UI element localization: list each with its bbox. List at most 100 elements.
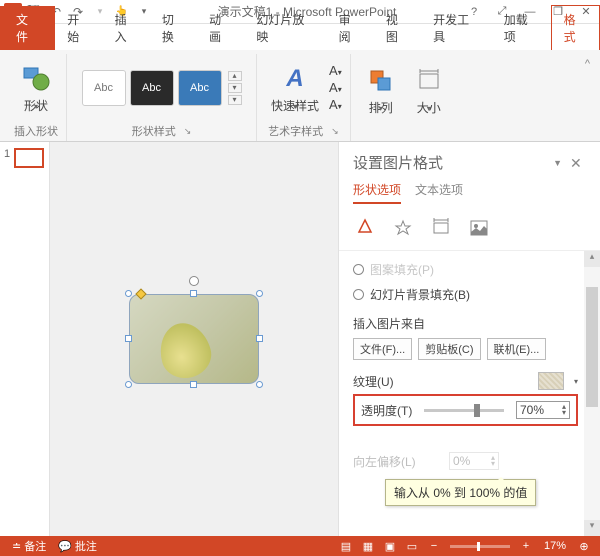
notes-icon: ≐ [12, 540, 21, 553]
sorter-view-icon[interactable]: ▦ [358, 537, 378, 555]
comments-button[interactable]: 💬 批注 [52, 538, 103, 554]
tab-review[interactable]: 审阅 [327, 6, 374, 50]
transparency-slider[interactable] [424, 409, 504, 412]
scroll-track[interactable] [584, 267, 600, 520]
resize-handle-s[interactable] [190, 381, 197, 388]
offset-left-input[interactable]: 0% ▴▾ [449, 452, 499, 470]
tab-slideshow[interactable]: 幻灯片放映 [244, 6, 326, 50]
tooltip: 输入从 0% 到 100% 的值 [385, 479, 536, 506]
group-wordart-styles: A 快速样式 ▾ A▾ A▾ A▾ 艺术字样式↘ [257, 54, 351, 141]
quick-styles-button[interactable]: A 快速样式 ▾ [265, 61, 325, 115]
zoom-slider-thumb[interactable] [477, 542, 480, 551]
tab-addins[interactable]: 加载项 [492, 6, 551, 50]
file-button[interactable]: 文件(F)... [353, 338, 412, 360]
resize-handle-sw[interactable] [125, 381, 132, 388]
slideshow-view-icon[interactable]: ▭ [402, 537, 422, 555]
fit-to-window-button[interactable]: ⊕ [574, 537, 594, 555]
online-button[interactable]: 联机(E)... [487, 338, 547, 360]
resize-handle-se[interactable] [256, 381, 263, 388]
status-right: ▤ ▦ ▣ ▭ − + 17% ⊕ [336, 537, 594, 555]
pane-tab-shape-options[interactable]: 形状选项 [353, 181, 401, 204]
tab-file[interactable]: 文件 [0, 6, 55, 50]
selected-shape[interactable] [129, 294, 259, 384]
radio-pattern-fill[interactable]: 图案填充(P) [353, 257, 596, 282]
tab-format[interactable]: 格式 [551, 5, 600, 50]
radio-label: 图案填充(P) [370, 261, 434, 278]
group-label-insert-shapes: 插入形状 [14, 121, 58, 139]
ribbon: 形状 ▾ 插入形状 Abc Abc Abc ▴ ▾ ▾ 形状样式 ↘ A 快速样式… [0, 50, 600, 142]
dialog-launcher-icon[interactable]: ↘ [331, 126, 339, 137]
thumbnail-preview [14, 148, 44, 168]
pane-options-icon[interactable]: ▼ [553, 158, 562, 168]
rounded-rectangle-shape [129, 294, 259, 384]
pane-body: ▴ ▾ 图案填充(P) 幻灯片背景填充(B) 插入图片来自 文件(F)... 剪… [339, 251, 600, 536]
notes-button[interactable]: ≐ 备注 [6, 538, 52, 554]
pane-scrollbar[interactable]: ▴ ▾ [584, 251, 600, 536]
tab-developer[interactable]: 开发工具 [421, 6, 492, 50]
text-fill-icon[interactable]: A▾ [329, 63, 342, 78]
effects-icon[interactable] [391, 216, 415, 240]
rotate-handle[interactable] [189, 276, 199, 286]
thumbnail-1[interactable]: 1 [4, 148, 45, 168]
resize-handle-ne[interactable] [256, 290, 263, 297]
chevron-down-icon[interactable]: ▾ [574, 377, 578, 386]
tab-home[interactable]: 开始 [55, 6, 102, 50]
resize-handle-w[interactable] [125, 335, 132, 342]
shapes-button[interactable]: 形状 ▾ [14, 61, 58, 115]
group-shape-styles: Abc Abc Abc ▴ ▾ ▾ 形状样式 ↘ [67, 54, 257, 141]
tooltip-text: 输入从 0% 到 100% 的值 [394, 486, 527, 500]
spinner-icon[interactable]: ▴▾ [562, 404, 566, 416]
offset-left-label: 向左偏移(L) [353, 453, 443, 470]
collapse-ribbon-icon[interactable]: ^ [581, 54, 594, 141]
chevron-down-icon: ▾ [293, 102, 297, 111]
zoom-out-button[interactable]: − [424, 537, 444, 555]
zoom-in-button[interactable]: + [516, 537, 536, 555]
arrange-button[interactable]: 排列 ▾ [359, 63, 403, 117]
scroll-down-icon[interactable]: ▾ [584, 520, 600, 536]
comments-label: 批注 [75, 538, 97, 554]
format-picture-pane: 设置图片格式 ▼ ✕ 形状选项 文本选项 ▴ ▾ 图案填充(P) [338, 142, 600, 536]
chevron-down-icon[interactable]: ▾ [228, 83, 242, 93]
transparency-input[interactable]: 70% ▴▾ [516, 401, 570, 419]
insert-picture-from-label: 插入图片来自 [353, 307, 596, 336]
reading-view-icon[interactable]: ▣ [380, 537, 400, 555]
tab-animations[interactable]: 动画 [197, 6, 244, 50]
ribbon-tabs: 文件 开始 插入 切换 动画 幻灯片放映 审阅 视图 开发工具 加载项 格式 [0, 24, 600, 50]
insert-picture-buttons: 文件(F)... 剪贴板(C) 联机(E)... [353, 336, 596, 368]
size-button[interactable]: 大小 ▾ [407, 63, 451, 117]
style-sample-3[interactable]: Abc [178, 70, 222, 106]
pane-header: 设置图片格式 ▼ ✕ [339, 142, 600, 179]
text-effects-icon[interactable]: A▾ [329, 97, 342, 112]
group-label-shape-styles: 形状样式 [132, 123, 176, 139]
radio-slide-bg-fill[interactable]: 幻灯片背景填充(B) [353, 282, 596, 307]
texture-row: 纹理(U) ▾ [353, 368, 596, 394]
chevron-more-icon[interactable]: ▾ [228, 95, 242, 105]
spinner-icon[interactable]: ▴▾ [491, 455, 495, 467]
style-gallery-spinner[interactable]: ▴ ▾ ▾ [228, 71, 242, 105]
fill-line-icon[interactable] [353, 216, 377, 240]
texture-swatch[interactable] [538, 372, 564, 390]
resize-handle-nw[interactable] [125, 290, 132, 297]
clipboard-button[interactable]: 剪贴板(C) [418, 338, 480, 360]
style-sample-1[interactable]: Abc [82, 70, 126, 106]
scroll-up-icon[interactable]: ▴ [584, 251, 600, 267]
style-sample-2[interactable]: Abc [130, 70, 174, 106]
scroll-thumb[interactable] [586, 287, 598, 407]
zoom-slider[interactable] [450, 545, 510, 548]
tab-view[interactable]: 视图 [374, 6, 421, 50]
dialog-launcher-icon[interactable]: ↘ [184, 126, 192, 137]
text-outline-icon[interactable]: A▾ [329, 80, 342, 95]
tab-transitions[interactable]: 切换 [150, 6, 197, 50]
zoom-level[interactable]: 17% [538, 540, 572, 552]
normal-view-icon[interactable]: ▤ [336, 537, 356, 555]
size-properties-icon[interactable] [429, 216, 453, 240]
picture-icon[interactable] [467, 216, 491, 240]
slide-canvas[interactable] [50, 142, 338, 536]
resize-handle-e[interactable] [256, 335, 263, 342]
chevron-up-icon[interactable]: ▴ [228, 71, 242, 81]
slider-thumb[interactable] [474, 404, 480, 417]
pane-tab-text-options[interactable]: 文本选项 [415, 181, 463, 204]
pane-close-button[interactable]: ✕ [570, 155, 586, 171]
resize-handle-n[interactable] [190, 290, 197, 297]
tab-insert[interactable]: 插入 [103, 6, 150, 50]
